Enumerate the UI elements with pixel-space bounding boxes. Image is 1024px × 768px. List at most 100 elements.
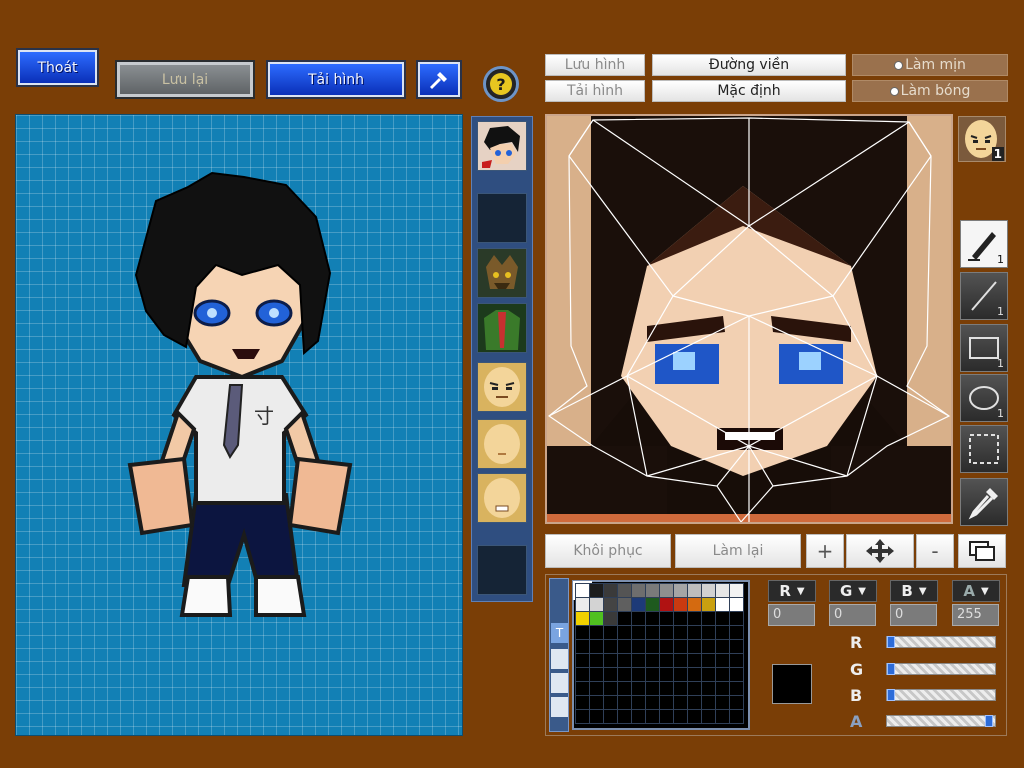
g-value-field[interactable]: 0 <box>829 604 876 626</box>
palette-color-cell[interactable] <box>729 639 744 654</box>
palette-tab-2[interactable] <box>551 649 568 669</box>
palette-color-cell[interactable] <box>617 597 632 612</box>
palette-color-cell[interactable] <box>729 583 744 598</box>
palette-color-cell[interactable] <box>659 709 674 724</box>
palette-color-cell[interactable] <box>589 681 604 696</box>
g-channel-dropdown[interactable]: G ▼ <box>829 580 877 602</box>
palette-color-cell[interactable] <box>673 681 688 696</box>
b-slider[interactable] <box>886 689 996 701</box>
rectangle-tool[interactable]: 1 <box>960 324 1008 372</box>
palette-color-cell[interactable] <box>673 611 688 626</box>
palette-color-cell[interactable] <box>589 653 604 668</box>
r-slider-thumb[interactable] <box>887 636 895 648</box>
palette-color-cell[interactable] <box>631 611 646 626</box>
palette-tab-4[interactable] <box>551 697 568 717</box>
zoom-in-button[interactable]: + <box>806 534 844 568</box>
thumbnail-face-1[interactable] <box>477 362 527 412</box>
palette-color-cell[interactable] <box>573 581 592 600</box>
palette-color-cell[interactable] <box>673 597 688 612</box>
palette-color-cell[interactable] <box>645 681 660 696</box>
palette-color-cell[interactable] <box>687 709 702 724</box>
palette-color-cell[interactable] <box>701 597 716 612</box>
palette-color-cell[interactable] <box>659 625 674 640</box>
palette-color-cell[interactable] <box>715 709 730 724</box>
palette-color-cell[interactable] <box>645 667 660 682</box>
palette-color-cell[interactable] <box>603 653 618 668</box>
palette-color-cell[interactable] <box>645 611 660 626</box>
palette-color-cell[interactable] <box>687 681 702 696</box>
thumbnail-empty-2[interactable] <box>477 545 527 595</box>
save-image-button[interactable]: Lưu hình <box>545 54 645 76</box>
palette-color-cell[interactable] <box>673 653 688 668</box>
palette-color-cell[interactable] <box>687 611 702 626</box>
palette-color-cell[interactable] <box>631 681 646 696</box>
palette-color-cell[interactable] <box>729 653 744 668</box>
palette-color-cell[interactable] <box>589 667 604 682</box>
palette-color-cell[interactable] <box>729 597 744 612</box>
palette-color-cell[interactable] <box>687 625 702 640</box>
palette-color-cell[interactable] <box>715 597 730 612</box>
palette-color-cell[interactable] <box>673 583 688 598</box>
palette-color-cell[interactable] <box>673 709 688 724</box>
palette-color-cell[interactable] <box>687 639 702 654</box>
palette-color-cell[interactable] <box>687 653 702 668</box>
palette-color-cell[interactable] <box>645 709 660 724</box>
palette-color-cell[interactable] <box>603 709 618 724</box>
palette-color-cell[interactable] <box>603 681 618 696</box>
palette-color-cell[interactable] <box>603 611 618 626</box>
load-image-button[interactable]: Tải hình <box>545 80 645 102</box>
palette-color-cell[interactable] <box>603 597 618 612</box>
palette-color-cell[interactable] <box>617 667 632 682</box>
exit-button[interactable]: Thoát <box>16 48 99 87</box>
palette-color-cell[interactable] <box>589 695 604 710</box>
palette-color-cell[interactable] <box>701 653 716 668</box>
palette-color-cell[interactable] <box>575 681 590 696</box>
thumbnail-empty-1[interactable] <box>477 193 527 243</box>
palette-color-cell[interactable] <box>673 695 688 710</box>
palette-grid[interactable] <box>572 580 750 730</box>
palette-color-cell[interactable] <box>715 583 730 598</box>
palette-color-cell[interactable] <box>729 695 744 710</box>
palette-color-cell[interactable] <box>701 639 716 654</box>
palette-color-cell[interactable] <box>687 667 702 682</box>
palette-color-cell[interactable] <box>715 611 730 626</box>
palette-color-cell[interactable] <box>603 625 618 640</box>
eyedropper-tool[interactable] <box>960 478 1008 526</box>
g-slider-thumb[interactable] <box>887 663 895 675</box>
palette-color-cell[interactable] <box>631 639 646 654</box>
palette-color-cell[interactable] <box>631 653 646 668</box>
palette-color-cell[interactable] <box>659 667 674 682</box>
palette-color-cell[interactable] <box>589 625 604 640</box>
a-value-field[interactable]: 255 <box>952 604 999 626</box>
a-channel-dropdown[interactable]: A ▼ <box>952 580 1000 602</box>
palette-color-cell[interactable] <box>617 639 632 654</box>
line-tool[interactable]: 1 <box>960 272 1008 320</box>
zoom-out-button[interactable]: - <box>916 534 954 568</box>
thumbnail-face-3[interactable] <box>477 473 527 523</box>
palette-tab-active[interactable]: T <box>551 623 568 643</box>
palette-color-cell[interactable] <box>575 667 590 682</box>
palette-color-cell[interactable] <box>659 695 674 710</box>
palette-color-cell[interactable] <box>729 611 744 626</box>
palette-color-cell[interactable] <box>617 611 632 626</box>
palette-color-cell[interactable] <box>673 667 688 682</box>
palette-color-cell[interactable] <box>673 639 688 654</box>
select-tool[interactable] <box>960 425 1008 473</box>
palette-color-cell[interactable] <box>617 709 632 724</box>
r-value-field[interactable]: 0 <box>768 604 815 626</box>
palette-color-cell[interactable] <box>631 709 646 724</box>
pixel-canvas[interactable] <box>545 114 953 524</box>
palette-color-cell[interactable] <box>645 583 660 598</box>
palette-color-cell[interactable] <box>631 667 646 682</box>
thumbnail-shirt[interactable] <box>477 303 527 353</box>
palette-color-cell[interactable] <box>575 597 590 612</box>
palette-color-cell[interactable] <box>617 681 632 696</box>
palette-color-cell[interactable] <box>575 625 590 640</box>
palette-color-cell[interactable] <box>631 597 646 612</box>
palette-color-cell[interactable] <box>575 695 590 710</box>
palette-color-cell[interactable] <box>575 653 590 668</box>
palette-color-cell[interactable] <box>589 611 604 626</box>
palette-color-cell[interactable] <box>617 583 632 598</box>
palette-color-cell[interactable] <box>603 667 618 682</box>
palette-color-cell[interactable] <box>645 695 660 710</box>
